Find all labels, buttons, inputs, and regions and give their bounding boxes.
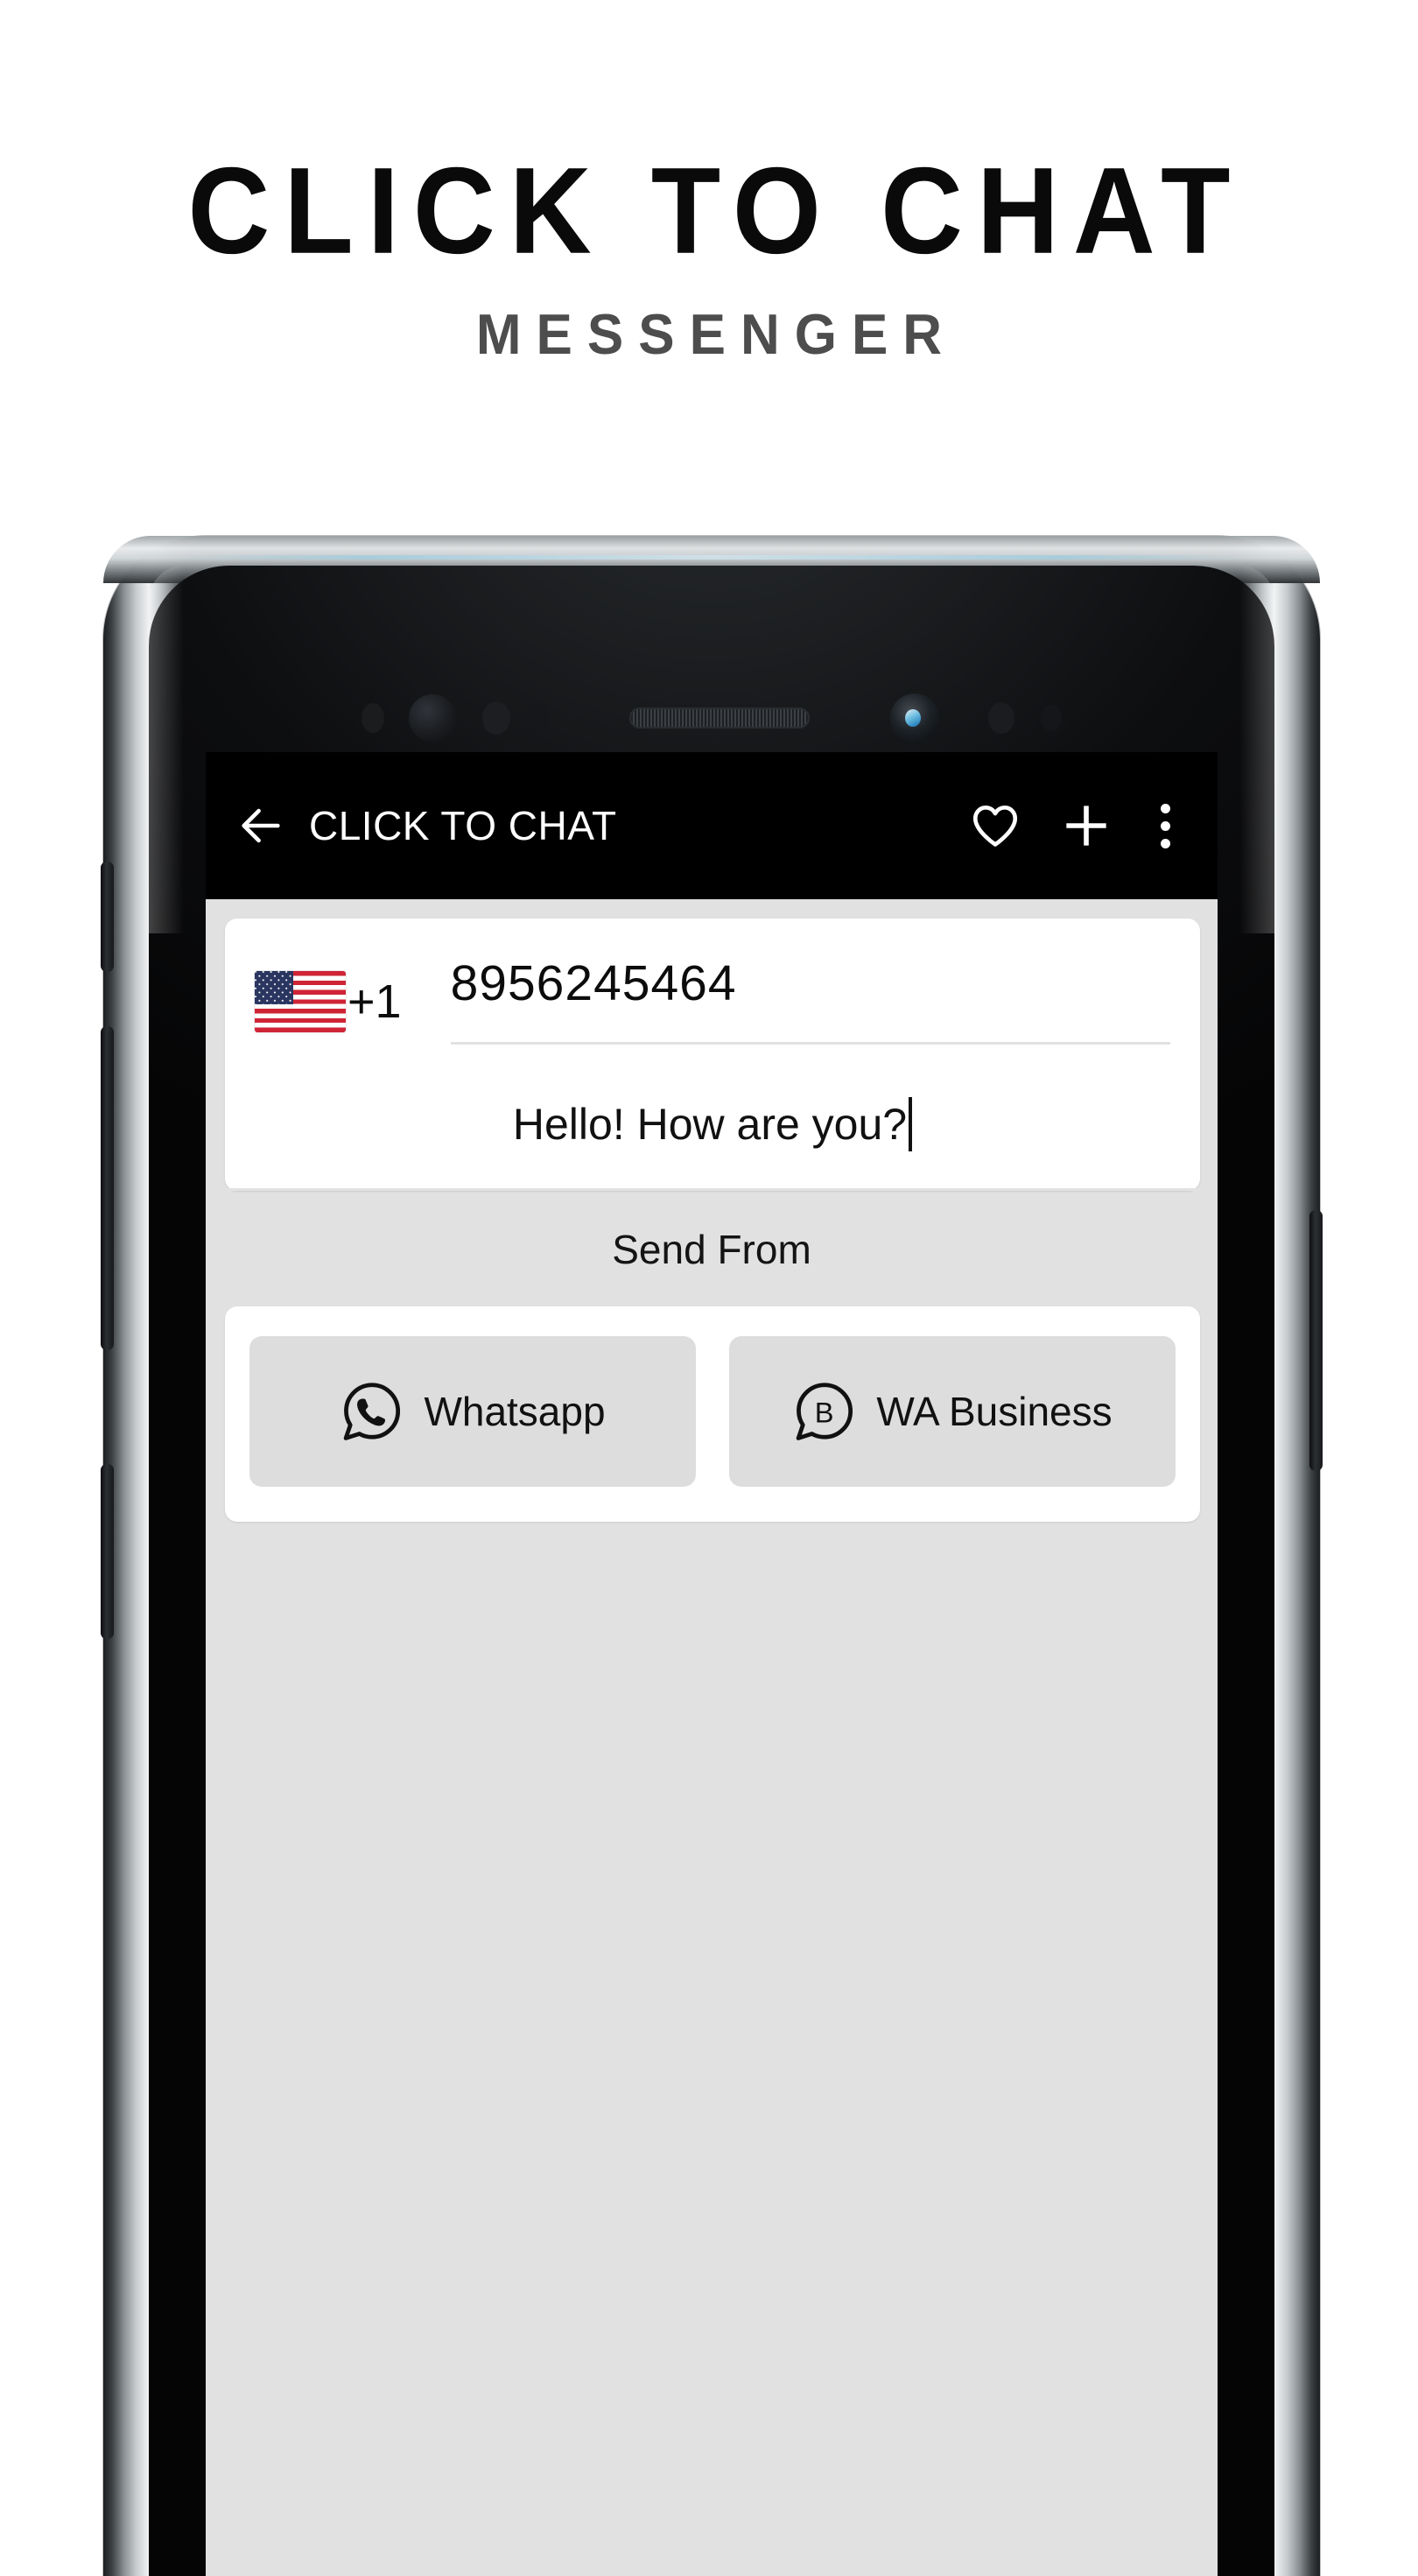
page-subtitle: MESSENGER [475, 303, 958, 367]
heart-outline-icon[interactable] [962, 792, 1028, 859]
send-from-label: Send From [612, 1227, 811, 1272]
phone-number-row: +1 8956245464 [225, 918, 1200, 1045]
phone-number-input[interactable]: 8956245464 [450, 955, 1170, 1045]
led-indicator-icon [524, 703, 549, 733]
sensor-dot-icon [988, 702, 1014, 734]
back-arrow-icon[interactable] [234, 799, 288, 853]
text-cursor [909, 1097, 913, 1151]
phone-sensor-bar [149, 693, 1274, 743]
phone-device-mockup: CLICK TO CHAT +1 8956245464 Hello! How a… [101, 536, 1323, 2576]
power-button[interactable] [1309, 1210, 1323, 1471]
phone-number-value: 8956245464 [450, 955, 737, 1011]
poster-header: CLICK TO CHAT MESSENGER [0, 0, 1418, 473]
us-flag-icon[interactable] [255, 971, 346, 1032]
page-title: CLICK TO CHAT [187, 141, 1245, 280]
sensor-dot-secondary-icon [1041, 705, 1062, 731]
app-bar-actions [962, 792, 1188, 859]
screen-content: +1 8956245464 Hello! How are you? Send F… [206, 918, 1218, 1522]
light-sensor-icon [482, 701, 510, 735]
bixby-button[interactable] [101, 862, 114, 972]
whatsapp-label: Whatsapp [424, 1389, 606, 1434]
volume-down-button[interactable] [101, 1464, 114, 1639]
iris-scanner-icon [409, 694, 456, 742]
front-camera-icon [890, 693, 939, 743]
whatsapp-business-icon: B [797, 1383, 853, 1440]
volume-up-button[interactable] [101, 1026, 114, 1350]
earpiece-speaker-icon [629, 707, 810, 728]
message-compose-card: +1 8956245464 Hello! How are you? [225, 918, 1200, 1191]
plus-icon[interactable] [1053, 792, 1120, 859]
phone-glass: CLICK TO CHAT +1 8956245464 Hello! How a… [149, 566, 1274, 2576]
app-bar-title: CLICK TO CHAT [309, 803, 617, 848]
whatsapp-icon [344, 1383, 401, 1440]
app-bar: CLICK TO CHAT [206, 752, 1218, 899]
svg-text:B: B [815, 1396, 834, 1428]
country-code-label[interactable]: +1 [347, 978, 402, 1025]
send-via-whatsapp-button[interactable]: Whatsapp [249, 1336, 696, 1487]
wa-business-label: WA Business [876, 1389, 1113, 1434]
send-via-wa-business-button[interactable]: B WA Business [729, 1336, 1176, 1487]
send-from-options-card: Whatsapp B WA Business [225, 1306, 1200, 1522]
proximity-sensor-icon [362, 703, 384, 733]
more-vertical-icon[interactable] [1142, 792, 1188, 859]
phone-screen: CLICK TO CHAT +1 8956245464 Hello! How a… [206, 752, 1218, 2576]
message-input[interactable]: Hello! How are you? [225, 1045, 1200, 1191]
message-value: Hello! How are you? [512, 1100, 908, 1149]
